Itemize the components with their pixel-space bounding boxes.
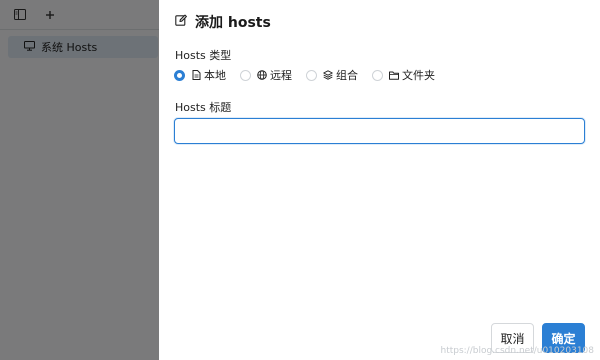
radio-local-label: 本地	[204, 69, 226, 82]
add-hosts-drawer: 添加 hosts Hosts 类型 本地 远程 组合 文件夹 Hosts 标题 …	[159, 0, 600, 360]
radio-group[interactable]: 组合	[306, 67, 358, 83]
radio-remote-button[interactable]	[240, 69, 251, 81]
radio-folder[interactable]: 文件夹	[372, 67, 435, 83]
drawer-title: 添加 hosts	[175, 12, 271, 32]
radio-remote-label: 远程	[270, 69, 292, 82]
radio-group-label: 组合	[336, 69, 358, 82]
hosts-title-input[interactable]	[174, 118, 585, 144]
radio-group-button[interactable]	[306, 69, 317, 81]
globe-icon	[257, 70, 267, 80]
drawer-title-text: 添加 hosts	[195, 15, 271, 31]
radio-local[interactable]: 本地	[174, 67, 226, 83]
hosts-title-label: Hosts 标题	[175, 101, 232, 114]
radio-folder-label: 文件夹	[402, 69, 435, 82]
hosts-type-label: Hosts 类型	[175, 49, 232, 62]
layers-icon	[323, 70, 333, 80]
radio-folder-button[interactable]	[372, 69, 383, 81]
radio-local-button[interactable]	[174, 69, 185, 81]
hosts-type-radio-group: 本地 远程 组合 文件夹	[174, 67, 449, 83]
radio-remote[interactable]: 远程	[240, 67, 292, 83]
watermark-text: https://blog.csdn.net/u010203108	[440, 346, 594, 356]
file-icon	[191, 70, 201, 80]
edit-icon	[175, 14, 187, 30]
folder-icon	[389, 70, 399, 80]
